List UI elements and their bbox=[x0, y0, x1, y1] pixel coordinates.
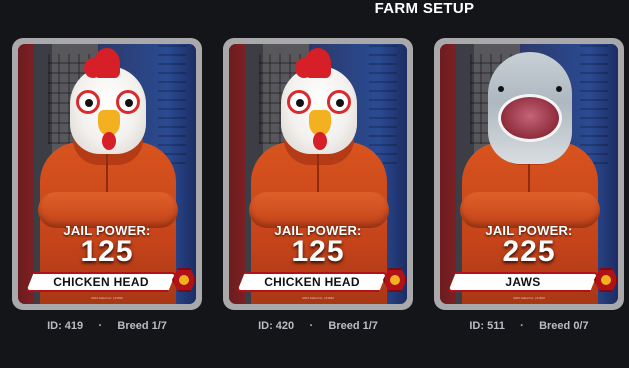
card-id: ID: 511 bbox=[469, 320, 505, 332]
card-id: ID: 419 bbox=[47, 320, 84, 332]
farm-setup-page: FARM SETUP JAIL POWER: 125 CHICKEN HEAD … bbox=[0, 0, 629, 368]
card-artwork: JAIL POWER: 125 CHICKEN HEAD 2023 Jailed… bbox=[18, 44, 196, 304]
chicken-eye bbox=[287, 90, 311, 114]
badge-emblem bbox=[390, 275, 400, 285]
meta-separator: · bbox=[98, 320, 103, 332]
jail-power-value: 125 bbox=[80, 235, 134, 268]
breed-count: Breed 0/7 bbox=[539, 320, 589, 332]
jail-power-value: 225 bbox=[502, 235, 556, 268]
jail-power-value: 125 bbox=[291, 235, 345, 268]
card-meta: ID: 511 · Breed 0/7 bbox=[434, 320, 624, 332]
breed-count: Breed 1/7 bbox=[117, 320, 167, 332]
breed-count: Breed 1/7 bbox=[328, 320, 378, 332]
nft-card[interactable]: JAIL POWER: 125 CHICKEN HEAD 2023 Jailed… bbox=[12, 38, 202, 310]
background-grid bbox=[158, 44, 186, 164]
card-id: ID: 420 bbox=[258, 320, 295, 332]
fine-print: 2023 Jailed Inc. | #1810 bbox=[302, 296, 334, 300]
character-name: JAWS bbox=[448, 272, 598, 292]
chicken-eye bbox=[76, 90, 100, 114]
shark-eye bbox=[556, 86, 562, 92]
character-name: CHICKEN HEAD bbox=[237, 272, 387, 292]
background-grid bbox=[580, 44, 608, 164]
card-list: JAIL POWER: 125 CHICKEN HEAD 2023 Jailed… bbox=[12, 38, 629, 338]
chicken-comb bbox=[84, 58, 102, 78]
shark-mouth bbox=[498, 94, 562, 142]
fine-print: 2023 Jailed Inc. | #1810 bbox=[91, 296, 123, 300]
meta-separator: · bbox=[520, 320, 524, 332]
meta-separator: · bbox=[309, 320, 314, 332]
card-meta: ID: 420 · Breed 1/7 bbox=[223, 320, 413, 332]
chicken-eye bbox=[327, 90, 351, 114]
character-name: CHICKEN HEAD bbox=[26, 272, 176, 292]
shark-eye bbox=[498, 86, 504, 92]
chicken-comb bbox=[295, 58, 313, 78]
badge-emblem bbox=[601, 275, 611, 285]
nft-card[interactable]: JAIL POWER: 125 CHICKEN HEAD 2023 Jailed… bbox=[223, 38, 413, 310]
card-artwork: JAIL POWER: 225 JAWS 2023 Jailed Inc. | … bbox=[440, 44, 618, 304]
chicken-eye bbox=[116, 90, 140, 114]
card-artwork: JAIL POWER: 125 CHICKEN HEAD 2023 Jailed… bbox=[229, 44, 407, 304]
chicken-wattle bbox=[313, 132, 327, 150]
nft-card[interactable]: JAIL POWER: 225 JAWS 2023 Jailed Inc. | … bbox=[434, 38, 624, 310]
card-meta: ID: 419 · Breed 1/7 bbox=[12, 320, 202, 332]
badge-emblem bbox=[179, 275, 189, 285]
fine-print: 2023 Jailed Inc. | #1810 bbox=[513, 296, 545, 300]
background-grid bbox=[369, 44, 397, 164]
page-title: FARM SETUP bbox=[374, 0, 475, 17]
chicken-wattle bbox=[102, 132, 116, 150]
